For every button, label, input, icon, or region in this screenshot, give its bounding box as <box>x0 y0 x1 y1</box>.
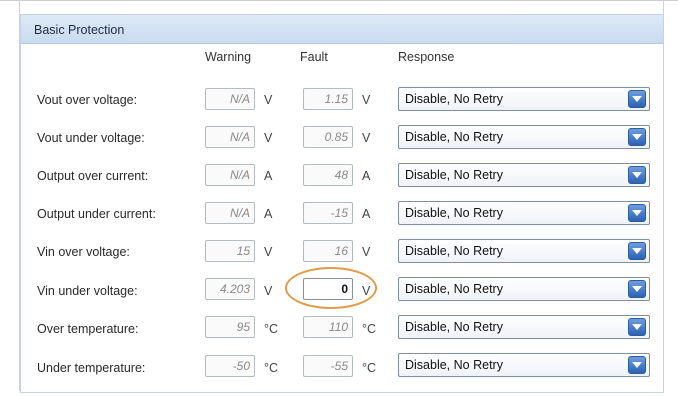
warning-field-output-under-current[interactable]: N/A <box>205 202 255 224</box>
row-label-under-temperature: Under temperature: <box>37 361 146 375</box>
chevron-down-icon[interactable] <box>628 318 646 336</box>
warning-field-vout-under-voltage[interactable]: N/A <box>205 126 255 148</box>
warning-unit: °C <box>264 361 279 375</box>
response-select-under-temperature[interactable]: Disable, No Retry <box>398 353 650 377</box>
response-column-header: Response <box>398 50 455 64</box>
warning-field-over-temperature[interactable]: 95 <box>205 316 255 338</box>
row-label-vin-under-voltage: Vin under voltage: <box>37 284 138 298</box>
warning-unit: V <box>264 93 273 107</box>
chevron-down-icon[interactable] <box>628 242 646 260</box>
response-select-value: Disable, No Retry <box>405 92 503 106</box>
response-select-value: Disable, No Retry <box>405 206 503 220</box>
response-select-vout-under-voltage[interactable]: Disable, No Retry <box>398 125 650 149</box>
fault-field-vin-under-voltage[interactable]: 0 <box>303 278 353 300</box>
warning-unit: V <box>264 284 273 298</box>
chevron-down-icon[interactable] <box>628 90 646 108</box>
fault-unit: V <box>362 284 371 298</box>
response-select-vin-over-voltage[interactable]: Disable, No Retry <box>398 239 650 263</box>
fault-field-output-over-current[interactable]: 48 <box>303 164 353 186</box>
fault-field-vin-over-voltage[interactable]: 16 <box>303 240 353 262</box>
row-label-over-temperature: Over temperature: <box>37 322 139 336</box>
row-label-vout-over-voltage: Vout over voltage: <box>37 93 138 107</box>
response-select-vout-over-voltage[interactable]: Disable, No Retry <box>398 87 650 111</box>
warning-unit: V <box>264 245 273 259</box>
warning-unit: V <box>264 131 273 145</box>
response-select-vin-under-voltage[interactable]: Disable, No Retry <box>398 277 650 301</box>
chevron-down-icon[interactable] <box>628 204 646 222</box>
response-select-output-over-current[interactable]: Disable, No Retry <box>398 163 650 187</box>
response-select-over-temperature[interactable]: Disable, No Retry <box>398 315 650 339</box>
fault-field-output-under-current[interactable]: -15 <box>303 202 353 224</box>
fault-unit: V <box>362 93 371 107</box>
fault-unit: A <box>362 207 371 221</box>
fault-unit: V <box>362 245 371 259</box>
warning-column-header: Warning <box>205 50 252 64</box>
row-label-output-over-current: Output over current: <box>37 169 149 183</box>
fault-unit: °C <box>362 361 377 375</box>
response-select-value: Disable, No Retry <box>405 244 503 258</box>
warning-field-vout-over-voltage[interactable]: N/A <box>205 88 255 110</box>
response-select-value: Disable, No Retry <box>405 130 503 144</box>
fault-unit: A <box>362 169 371 183</box>
response-select-value: Disable, No Retry <box>405 168 503 182</box>
chevron-down-icon[interactable] <box>628 166 646 184</box>
warning-field-output-over-current[interactable]: N/A <box>205 164 255 186</box>
warning-field-vin-over-voltage[interactable]: 15 <box>205 240 255 262</box>
fault-field-under-temperature[interactable]: -55 <box>303 355 353 377</box>
chevron-down-icon[interactable] <box>628 280 646 298</box>
panel-title: Basic Protection <box>34 23 125 37</box>
row-label-vout-under-voltage: Vout under voltage: <box>37 131 145 145</box>
fault-unit: V <box>362 131 371 145</box>
chevron-down-icon[interactable] <box>628 128 646 146</box>
row-label-vin-over-voltage: Vin over voltage: <box>37 245 130 259</box>
response-select-output-under-current[interactable]: Disable, No Retry <box>398 201 650 225</box>
fault-column-header: Fault <box>300 50 328 64</box>
response-select-value: Disable, No Retry <box>405 282 503 296</box>
row-label-output-under-current: Output under current: <box>37 207 156 221</box>
warning-unit: °C <box>264 322 279 336</box>
fault-field-vout-under-voltage[interactable]: 0.85 <box>303 126 353 148</box>
warning-field-under-temperature[interactable]: -50 <box>205 355 255 377</box>
panel-header: Basic Protection <box>21 15 663 44</box>
response-select-value: Disable, No Retry <box>405 358 503 372</box>
fault-field-over-temperature[interactable]: 110 <box>303 316 353 338</box>
warning-unit: A <box>264 169 273 183</box>
warning-field-vin-under-voltage[interactable]: 4.203 <box>205 278 255 300</box>
warning-unit: A <box>264 207 273 221</box>
response-select-value: Disable, No Retry <box>405 320 503 334</box>
fault-field-vout-over-voltage[interactable]: 1.15 <box>303 88 353 110</box>
fault-unit: °C <box>362 322 377 336</box>
chevron-down-icon[interactable] <box>628 356 646 374</box>
window-top-border <box>0 0 678 1</box>
